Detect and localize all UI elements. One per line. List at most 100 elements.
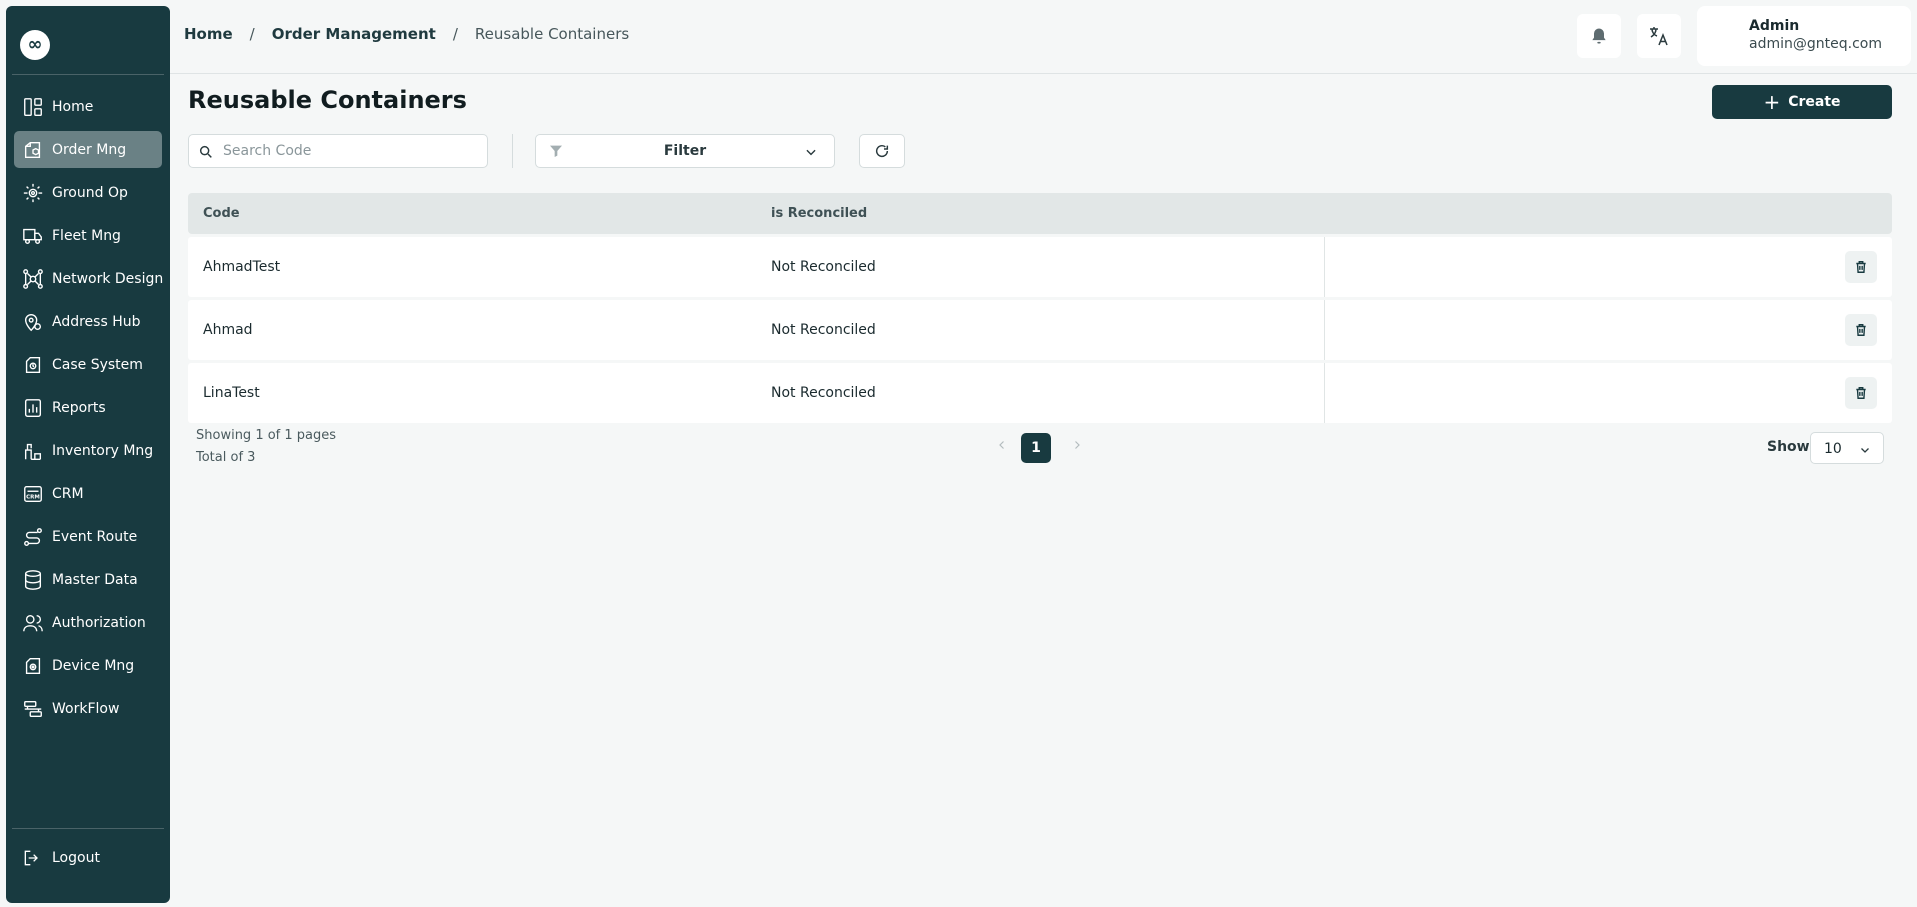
truck-icon [23,228,42,244]
search-field [188,134,488,168]
device-icon [25,657,41,674]
sidebar-item-fleet-mng[interactable]: Fleet Mng [14,217,162,254]
chevron-left-icon [999,441,1004,449]
sidebar-item-workflow[interactable]: WorkFlow [14,690,162,727]
sidebar-item-network-design[interactable]: Network Design [14,260,164,297]
chevron-right-icon [1075,441,1080,449]
page-number-button[interactable]: 1 [1021,433,1051,463]
sidebar-item-label: Home [52,98,94,115]
sidebar-item-address-hub[interactable]: Address Hub [14,303,162,340]
breadcrumb-current: Reusable Containers [474,25,630,43]
breadcrumb-order-management[interactable]: Order Management [272,25,436,43]
sidebar-item-label: CRM [52,485,84,502]
sidebar-item-ground-op[interactable]: Ground Op [14,174,162,211]
filter-dropdown[interactable]: Filter [535,134,835,168]
page-number-label: 1 [1031,440,1041,456]
sidebar-item-authorization[interactable]: Authorization [14,604,162,641]
sidebar-item-master-data[interactable]: Master Data [14,561,162,598]
pagination-pages-info: Showing 1 of 1 pages [196,428,337,443]
user-email: admin@gnteq.com [1749,36,1882,52]
table-row: AhmadTest Not Reconciled [188,237,1892,297]
chevron-down-icon [806,149,816,156]
sidebar-item-home[interactable]: Home [14,88,162,125]
route-icon [24,527,42,546]
breadcrumb: Home / Order Management / Reusable Conta… [184,25,629,43]
crm-icon: CRM [24,485,42,502]
ground-op-icon [23,183,43,202]
create-button[interactable]: + Create [1712,85,1892,119]
search-input[interactable] [223,136,478,166]
cell-code: Ahmad [203,322,253,338]
user-name: Admin [1749,18,1800,34]
logo-glyph: ∞ [27,34,43,55]
database-icon [24,569,42,590]
svg-text:CRM: CRM [26,494,40,500]
sidebar-item-label: Device Mng [52,657,135,674]
breadcrumb-separator: / [452,25,458,43]
users-icon [23,614,43,631]
page-size-value: 10 [1824,441,1842,457]
cell-is-reconciled: Not Reconciled [771,259,876,275]
user-menu[interactable]: Admin admin@gnteq.com [1697,6,1911,66]
delete-button[interactable] [1845,251,1877,283]
plus-icon: + [1763,90,1781,114]
logout-icon [24,850,38,866]
column-divider [1324,363,1325,423]
sidebar-item-label: Master Data [52,571,138,588]
table-row: LinaTest Not Reconciled [188,363,1892,423]
column-header-is-reconciled: is Reconciled [771,206,868,221]
delete-button[interactable] [1845,377,1877,409]
app-logo[interactable]: ∞ [20,30,50,60]
next-page-button[interactable] [1071,437,1083,457]
workflow-icon [24,700,42,717]
sidebar-item-label: Authorization [52,614,146,631]
sidebar-item-label: Order Mng [52,141,127,158]
delete-button[interactable] [1845,314,1877,346]
sidebar-item-label: Network Design [52,270,164,287]
toolbar-divider [512,134,513,168]
notifications-button[interactable] [1577,14,1621,58]
breadcrumb-home[interactable]: Home [184,25,233,43]
sidebar-item-order-mng[interactable]: Order Mng [14,131,162,168]
logout-label: Logout [52,850,100,866]
create-button-label: Create [1788,94,1841,110]
prev-page-button[interactable] [996,437,1008,457]
sidebar-item-label: Fleet Mng [52,227,121,244]
refresh-button[interactable] [859,134,905,168]
sidebar-item-label: Reports [52,399,106,416]
sidebar-item-case-system[interactable]: Case System [14,346,162,383]
cell-code: AhmadTest [203,259,281,275]
sidebar-item-crm[interactable]: CRM CRM [14,475,162,512]
sidebar-item-label: Address Hub [52,313,141,330]
sidebar-divider [12,828,164,829]
sidebar-item-label: WorkFlow [52,700,120,717]
page-size-select[interactable]: 10 [1810,432,1884,464]
cell-is-reconciled: Not Reconciled [771,322,876,338]
sidebar-item-label: Case System [52,356,143,373]
sidebar-item-inventory-mng[interactable]: Inventory Mng [14,432,162,469]
pagination-total: Total of 3 [196,450,256,465]
sidebar-item-reports[interactable]: Reports [14,389,162,426]
search-icon [199,145,212,158]
location-pin-icon [24,313,42,331]
sidebar-item-device-mng[interactable]: Device Mng [14,647,162,684]
page-title: Reusable Containers [188,86,467,114]
table-row: Ahmad Not Reconciled [188,300,1892,360]
sidebar-item-label: Event Route [52,528,138,545]
table-header: Code is Reconciled [188,193,1892,234]
column-divider [1324,300,1325,360]
trash-icon [1856,387,1866,399]
network-icon [23,268,43,289]
column-header-code: Code [203,206,240,221]
inventory-icon [24,443,42,460]
trash-icon [1856,261,1866,273]
sidebar-nav: Home Order Mng Ground Op Fleet Mng Netwo… [6,88,170,733]
cell-is-reconciled: Not Reconciled [771,385,876,401]
language-button[interactable] [1637,14,1681,58]
column-divider [1324,237,1325,297]
breadcrumb-separator: / [249,25,255,43]
logout-button[interactable]: Logout [22,848,100,868]
report-chart-icon [24,398,42,417]
sidebar-item-label: Inventory Mng [52,442,154,459]
sidebar-item-event-route[interactable]: Event Route [14,518,162,555]
